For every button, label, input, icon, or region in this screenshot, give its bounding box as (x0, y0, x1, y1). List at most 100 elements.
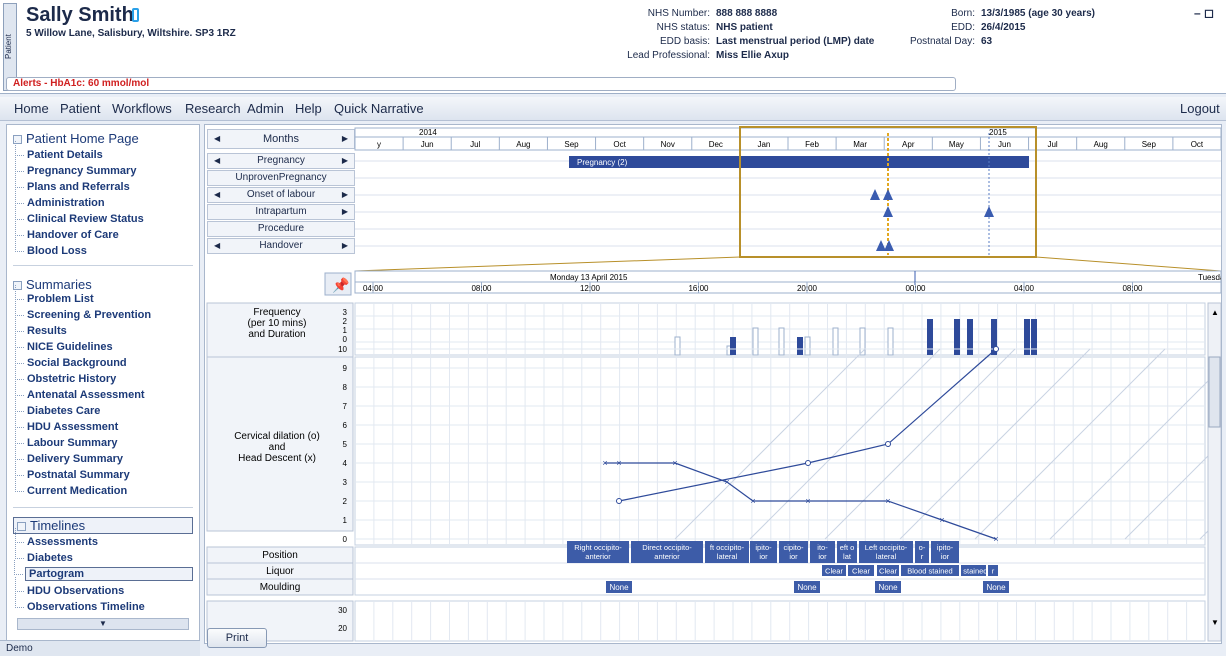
liquor-entry[interactable]: Blood stained (901, 565, 959, 576)
timeline-canvas[interactable]: 2014 2015 y Jun Jul Aug Sep Oct Nov Dec Jan Feb Ma… (205, 125, 1222, 644)
vertical-scrollbar[interactable] (1207, 302, 1221, 642)
position-entry[interactable]: Left occipito-lateral (859, 541, 913, 563)
dilation-point[interactable] (805, 460, 811, 466)
scroll-down-icon[interactable]: ▼ (1211, 618, 1219, 627)
sidebar-item-pregnancy-summary[interactable]: Pregnancy Summary (14, 157, 136, 177)
menu-research[interactable]: Research (185, 101, 241, 116)
menu-patient[interactable]: Patient (60, 101, 100, 116)
position-entry[interactable]: Direct occipito-anterior (631, 541, 703, 563)
sidebar-item-labour-summary[interactable]: Labour Summary (14, 429, 117, 449)
time-label: 16:00 (688, 284, 709, 293)
sidebar-item-diabetes[interactable]: Diabetes (15, 544, 73, 564)
sidebar-item-blood-loss[interactable]: Blood Loss (15, 237, 87, 257)
descent-point[interactable]: × (672, 458, 677, 468)
sidebar-item-clinical-review[interactable]: Clinical Review Status (15, 205, 144, 225)
sidebar-item-antenatal[interactable]: Antenatal Assessment (15, 381, 145, 401)
scroll-up-icon[interactable]: ▲ (1211, 308, 1219, 317)
dilation-point[interactable] (885, 441, 891, 447)
position-entry[interactable]: Right occipito-anterior (567, 541, 629, 563)
descent-point[interactable]: × (602, 458, 607, 468)
frequency-tick: 3 (343, 308, 348, 317)
menu-admin[interactable]: Admin (247, 101, 284, 116)
descent-point[interactable]: × (724, 477, 729, 487)
scrollbar-thumb[interactable] (1208, 356, 1221, 428)
sidebar-item-hdu-assessment[interactable]: HDU Assessment (14, 413, 118, 433)
descent-point[interactable]: × (993, 534, 998, 544)
window-controls[interactable]: – ◻ (1194, 6, 1214, 20)
moulding-entry[interactable]: None (983, 581, 1009, 593)
moulding-entry[interactable]: None (875, 581, 901, 593)
descent-point[interactable]: × (750, 496, 755, 506)
moulding-entry[interactable]: None (606, 581, 632, 593)
svg-text:lat: lat (843, 552, 852, 561)
position-entry[interactable]: ipito-ior (750, 541, 777, 563)
descent-point[interactable]: × (939, 515, 944, 525)
sidebar-section-patient-home[interactable]: Patient Home Page (13, 131, 139, 146)
month-label: Mar (853, 140, 867, 149)
sidebar-scroll-down-button[interactable]: ▼ (17, 618, 189, 630)
menu-workflows[interactable]: Workflows (112, 101, 172, 116)
position-entry[interactable]: cipito-ior (779, 541, 808, 563)
sidebar-item-postnatal-summary[interactable]: Postnatal Summary (15, 461, 130, 481)
position-entry[interactable]: ft occipito-lateral (705, 541, 749, 563)
sidebar-item-diabetes-care[interactable]: Diabetes Care (14, 397, 100, 417)
patient-name: Sally Smith (26, 4, 134, 26)
y-tick: 10 (338, 345, 347, 354)
moulding-entry[interactable]: None (794, 581, 820, 593)
time-label: 04:00 (1014, 284, 1035, 293)
month-label: Feb (805, 140, 819, 149)
menu-quick-narrative[interactable]: Quick Narrative (334, 101, 424, 116)
liquor-entry[interactable]: Clear (822, 565, 846, 576)
sidebar-item-patient-details[interactable]: Patient Details (15, 141, 103, 161)
sidebar-item-current-medication[interactable]: Current Medication (14, 477, 127, 497)
sidebar-item-screening[interactable]: Screening & Prevention (14, 301, 151, 321)
sidebar-item-administration[interactable]: Administration (15, 189, 105, 209)
descent-point[interactable]: × (885, 496, 890, 506)
y-tick: 9 (343, 364, 348, 373)
svg-text:Clear: Clear (825, 567, 843, 576)
sidebar-item-obstetric[interactable]: Obstetric History (14, 365, 116, 385)
liquor-entry[interactable]: l stained (960, 565, 988, 576)
position-entry[interactable]: o-r (915, 541, 929, 563)
position-entry[interactable]: ipito-ior (931, 541, 959, 563)
sidebar-item-nice[interactable]: NICE Guidelines (15, 333, 113, 353)
menu-logout[interactable]: Logout (1180, 101, 1220, 116)
sidebar-item-social[interactable]: Social Background (15, 349, 127, 369)
pregnancy-bar[interactable] (569, 156, 1029, 168)
sidebar-section-timelines[interactable]: Timelines (13, 517, 193, 534)
bottom-tick: 30 (338, 606, 347, 615)
month-label: Jun (421, 140, 434, 149)
liquor-entry[interactable]: Clear (877, 565, 899, 576)
sidebar-item-handover[interactable]: Handover of Care (15, 221, 119, 241)
menu-home[interactable]: Home (14, 101, 49, 116)
sidebar-item-delivery-summary[interactable]: Delivery Summary (15, 445, 123, 465)
month-label: Jun (998, 140, 1011, 149)
svg-text:lateral: lateral (876, 552, 897, 561)
moulding-row-label: Moulding (260, 582, 301, 593)
sidebar-item-results[interactable]: Results (15, 317, 67, 337)
descent-point[interactable]: × (616, 458, 621, 468)
dilation-point[interactable] (993, 346, 999, 352)
y-tick: 1 (343, 516, 348, 525)
menu-help[interactable]: Help (295, 101, 322, 116)
sidebar-item-problem-list[interactable]: Problem List (15, 285, 94, 305)
liquor-entry[interactable]: r (988, 565, 998, 576)
position-entry[interactable]: ito-ior (810, 541, 835, 563)
contraction-bar (1031, 319, 1037, 355)
svg-text:anterior: anterior (585, 552, 611, 561)
dilation-point[interactable] (616, 498, 622, 504)
time-label: 08:00 (471, 284, 492, 293)
sidebar: Patient Home Page Patient Details Pregna… (6, 124, 200, 644)
position-entry[interactable]: eft olat (837, 541, 857, 563)
sidebar-item-hdu-observations[interactable]: HDU Observations (14, 577, 124, 597)
alerts-bar[interactable]: Alerts - HbA1c: 60 mmol/mol (6, 77, 956, 91)
sidebar-item-plans-referrals[interactable]: Plans and Referrals (15, 173, 130, 193)
print-button[interactable]: Print (207, 628, 267, 648)
sidebar-item-partogram[interactable]: Partogram (14, 560, 193, 581)
frequency-tick: 1 (343, 326, 348, 335)
sidebar-item-observations-timeline[interactable]: Observations Timeline (15, 593, 145, 613)
descent-point[interactable]: × (805, 496, 810, 506)
sidebar-section-summaries[interactable]: Summaries (13, 277, 92, 292)
sidebar-item-assessments[interactable]: Assessments (15, 528, 98, 548)
liquor-entry[interactable]: Clear (848, 565, 874, 576)
